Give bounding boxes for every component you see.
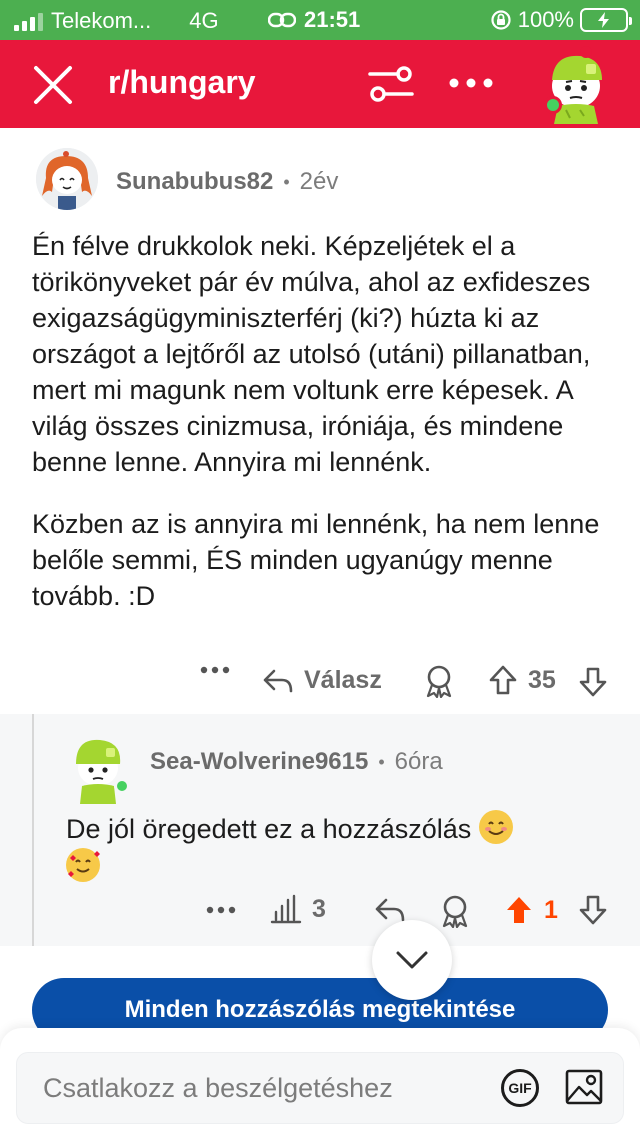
link-icon [268, 12, 296, 28]
online-status-dot [114, 778, 130, 794]
more-icon [200, 666, 230, 674]
downvote-arrow-icon [579, 667, 607, 697]
comment-author[interactable]: Sunabubus82 [116, 168, 273, 196]
reply-thread: Sea-Wolverine9615 • 6óra De jól öregedet… [0, 714, 640, 946]
scroll-down-button[interactable] [372, 920, 452, 1000]
award-icon [442, 895, 468, 928]
reply-more-button[interactable] [206, 906, 236, 914]
reply-body: De jól öregedett ez a hozzászólás [66, 810, 606, 886]
image-upload-button[interactable] [565, 1067, 603, 1107]
comment-body: Én félve drukkolok neki. Képzeljétek el … [32, 228, 612, 640]
vote-count: 35 [528, 665, 556, 694]
insights-button[interactable]: 3 [270, 894, 326, 924]
filter-button[interactable] [366, 64, 416, 104]
upvote-arrow-filled-icon [507, 897, 531, 923]
battery-icon [580, 8, 632, 32]
close-button[interactable] [30, 62, 76, 108]
reply-icon [263, 669, 293, 692]
comment: Sunabubus82 • 2év Én félve drukkolok nek… [0, 128, 640, 714]
close-icon [34, 66, 72, 104]
reply-button[interactable] [374, 896, 406, 924]
gif-icon: GIF [508, 1080, 532, 1096]
image-icon [565, 1069, 603, 1105]
more-icon [206, 906, 236, 914]
comment-actions: Válasz 35 [0, 662, 640, 706]
snoo-avatar-icon [36, 148, 98, 210]
award-button[interactable] [424, 664, 454, 698]
more-options-button[interactable] [448, 68, 494, 98]
composer-placeholder: Csatlakozz a beszélgetéshez [43, 1073, 393, 1103]
subreddit-title[interactable]: r/hungary [108, 64, 256, 101]
reply-age: 6óra [394, 748, 443, 775]
reply-label: Válasz [304, 666, 382, 694]
clock: 21:51 [304, 7, 361, 32]
smiling-face-emoji-icon [478, 810, 513, 844]
comment-more-button[interactable] [200, 666, 230, 674]
upvote-button[interactable]: 1 [504, 894, 558, 926]
chevron-down-icon [396, 951, 428, 969]
signal-icon [14, 11, 43, 31]
comment-paragraph: Közben az is annyira mi lennénk, ha nem … [32, 509, 600, 611]
online-status-dot [544, 96, 562, 114]
upvote-arrow-icon [489, 665, 517, 695]
meta-separator: • [378, 751, 385, 772]
commenter-avatar[interactable] [36, 148, 98, 210]
reply-button[interactable]: Válasz [262, 666, 382, 695]
upvote-button[interactable]: 35 [488, 664, 556, 696]
smiling-face-with-hearts-emoji-icon [66, 848, 100, 882]
meta-separator: • [283, 171, 290, 192]
bar-chart-icon [270, 894, 302, 924]
gif-button[interactable]: GIF [501, 1069, 539, 1107]
comment-age: 2év [299, 168, 339, 195]
battery-percent: 100% [517, 7, 574, 32]
award-icon [426, 665, 452, 698]
downvote-arrow-icon [579, 895, 607, 925]
insights-count: 3 [312, 894, 326, 923]
reply-text: De jól öregedett ez a hozzászólás [66, 814, 472, 844]
reply-author[interactable]: Sea-Wolverine9615 [150, 748, 368, 776]
more-icon [449, 78, 493, 88]
status-bar: Telekom... 4G 21:51 100% [0, 0, 640, 40]
comment-composer: Csatlakozz a beszélgetéshez GIF [0, 1028, 640, 1136]
downvote-button[interactable] [578, 666, 608, 698]
rotation-lock-icon [491, 10, 511, 30]
subreddit-header: r/hungary [0, 40, 640, 128]
award-button[interactable] [440, 894, 470, 928]
vote-count: 1 [544, 895, 558, 924]
sliders-icon [368, 66, 414, 102]
comment-input[interactable]: Csatlakozz a beszélgetéshez GIF [16, 1052, 624, 1124]
carrier-label: Telekom... [51, 8, 152, 33]
comment-paragraph: Én félve drukkolok neki. Képzeljétek el … [32, 231, 591, 477]
downvote-button[interactable] [578, 894, 608, 926]
reply-actions: 3 1 [0, 894, 640, 938]
network-label: 4G [189, 8, 219, 33]
reply-icon [375, 898, 405, 922]
